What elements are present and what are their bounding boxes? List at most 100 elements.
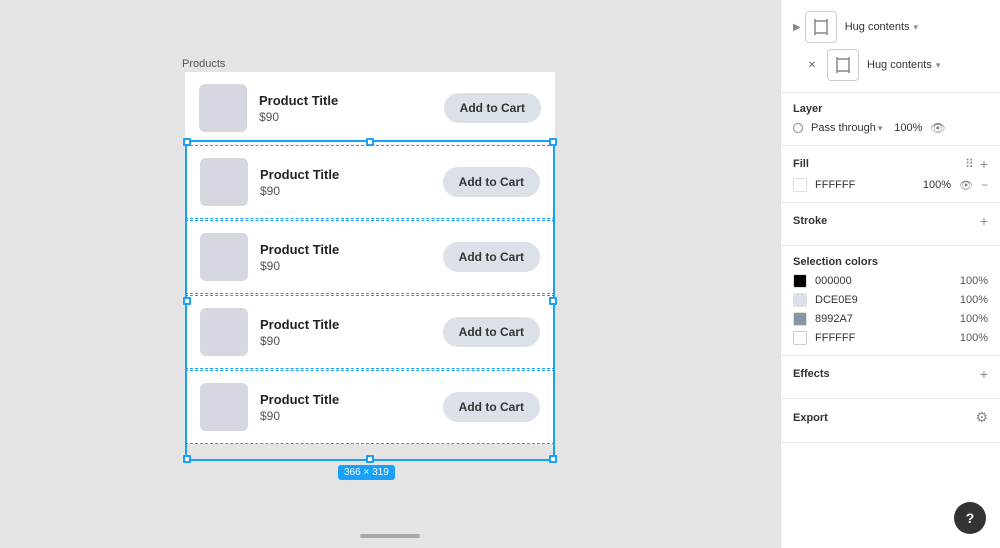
product-info: Product Title $90 (260, 392, 431, 423)
fill-opacity[interactable]: 100% (919, 179, 951, 191)
selection-colors-section: Selection colors 000000 100% DCE0E9 100%… (781, 246, 1000, 356)
color-swatch[interactable] (793, 274, 807, 288)
stroke-header: Stroke + (793, 213, 988, 229)
product-image (200, 308, 248, 356)
effects-title: Effects (793, 368, 830, 380)
layer-title: Layer (793, 103, 822, 115)
selected-product-row[interactable]: Product Title $90 Add to Cart (185, 145, 555, 219)
fill-hex-value[interactable]: FFFFFF (815, 179, 911, 191)
color-opacity: 100% (960, 294, 988, 306)
product-info: Product Title $90 (259, 93, 432, 124)
product-title: Product Title (259, 93, 432, 108)
color-hex: DCE0E9 (815, 294, 952, 306)
color-hex: 000000 (815, 275, 952, 287)
product-row[interactable]: Product Title $90 Add to Cart (185, 72, 555, 145)
color-hex: 8992A7 (815, 313, 952, 325)
visibility-icon[interactable]: 👁 (930, 121, 945, 135)
selection-colors-header: Selection colors (793, 256, 988, 268)
frame-icon-2 (834, 56, 852, 74)
canvas-scrollbar[interactable] (360, 534, 420, 538)
product-title: Product Title (260, 392, 431, 407)
fill-remove-button[interactable]: − (981, 179, 988, 191)
product-image (199, 84, 247, 132)
color-swatch[interactable] (793, 312, 807, 326)
add-to-cart-button[interactable]: Add to Cart (443, 242, 540, 272)
hug-section: ▶ Hug contents ▾ ✕ (781, 0, 1000, 93)
selection-size-label: 366 × 319 (338, 465, 395, 480)
add-to-cart-button[interactable]: Add to Cart (443, 317, 540, 347)
fill-visibility-icon[interactable]: 👁 (959, 179, 973, 192)
fill-color-swatch[interactable] (793, 178, 807, 192)
hug-row-top: ▶ Hug contents ▾ (793, 8, 988, 46)
product-price: $90 (260, 184, 431, 198)
product-row[interactable]: Product Title $90 Add to Cart (186, 146, 554, 218)
add-to-cart-button[interactable]: Add to Cart (444, 93, 541, 123)
layer-header: Layer (793, 103, 988, 115)
chevron-down-icon[interactable]: ▾ (914, 22, 919, 33)
chevron-down-icon-2[interactable]: ▾ (936, 60, 941, 71)
product-price: $90 (260, 334, 431, 348)
color-opacity: 100% (960, 332, 988, 344)
fill-add-button[interactable]: + (980, 156, 988, 172)
blend-mode-select[interactable]: Pass through ▾ (811, 122, 882, 134)
right-panel: ▶ Hug contents ▾ ✕ (780, 0, 1000, 548)
color-opacity: 100% (960, 275, 988, 287)
stroke-title: Stroke (793, 215, 827, 227)
product-image (200, 383, 248, 431)
effects-section: Effects + (781, 356, 1000, 399)
export-settings-icon[interactable]: ⚙ (975, 409, 988, 426)
stroke-add-button[interactable]: + (980, 213, 988, 229)
resize-handle-br[interactable] (549, 455, 557, 463)
product-price: $90 (260, 259, 431, 273)
frame-icon-box[interactable] (805, 11, 837, 43)
selected-product-row[interactable]: Product Title $90 Add to Cart (185, 295, 555, 369)
product-info: Product Title $90 (260, 167, 431, 198)
frame-icon-box-2[interactable] (827, 49, 859, 81)
product-row[interactable]: Product Title $90 Add to Cart (186, 371, 554, 443)
arrow-right-icon: ▶ (793, 22, 801, 33)
color-hex: FFFFFF (815, 332, 952, 344)
products-frame: Product Title $90 Add to Cart Product Ti… (185, 72, 555, 444)
frame-icon (812, 18, 830, 36)
add-to-cart-button[interactable]: Add to Cart (443, 167, 540, 197)
product-row[interactable]: Product Title $90 Add to Cart (186, 296, 554, 368)
canvas-area: Products Product Title $90 Add to Cart P… (0, 0, 780, 548)
frame-label: Products (182, 58, 225, 70)
product-info: Product Title $90 (260, 317, 431, 348)
product-row[interactable]: Product Title $90 Add to Cart (186, 221, 554, 293)
fill-title: Fill (793, 158, 809, 170)
color-item: DCE0E9 100% (793, 293, 988, 307)
product-title: Product Title (260, 167, 431, 182)
color-item: 000000 100% (793, 274, 988, 288)
product-title: Product Title (260, 317, 431, 332)
opacity-value[interactable]: 100% (890, 122, 922, 134)
fill-header: Fill ⠿ + (793, 156, 988, 172)
hug-bottom-label: Hug contents (867, 59, 932, 71)
add-to-cart-button[interactable]: Add to Cart (443, 392, 540, 422)
hug-top-label: Hug contents (845, 21, 910, 33)
product-info: Product Title $90 (260, 242, 431, 273)
product-price: $90 (259, 110, 432, 124)
export-header: Export ⚙ (793, 409, 988, 426)
effects-add-button[interactable]: + (980, 366, 988, 382)
product-image (200, 158, 248, 206)
color-swatch[interactable] (793, 331, 807, 345)
fill-row: FFFFFF 100% 👁 − (793, 178, 988, 192)
color-item: 8992A7 100% (793, 312, 988, 326)
color-swatch[interactable] (793, 293, 807, 307)
blend-mode-icon (793, 123, 803, 133)
help-button[interactable]: ? (954, 502, 986, 534)
color-opacity: 100% (960, 313, 988, 325)
hug-row-bottom: ✕ Hug contents ▾ (793, 46, 988, 84)
layer-section: Layer Pass through ▾ 100% 👁 (781, 93, 1000, 146)
resize-handle-bm[interactable] (366, 455, 374, 463)
color-list: 000000 100% DCE0E9 100% 8992A7 100% FFFF… (793, 274, 988, 345)
fill-options-icon[interactable]: ⠿ (965, 157, 974, 171)
selection-colors-title: Selection colors (793, 256, 878, 268)
x-close-icon[interactable]: ✕ (805, 58, 819, 72)
export-title: Export (793, 412, 828, 424)
selected-product-row[interactable]: Product Title $90 Add to Cart (185, 220, 555, 294)
selected-product-row[interactable]: Product Title $90 Add to Cart (185, 370, 555, 444)
resize-handle-bl[interactable] (183, 455, 191, 463)
stroke-section: Stroke + (781, 203, 1000, 246)
